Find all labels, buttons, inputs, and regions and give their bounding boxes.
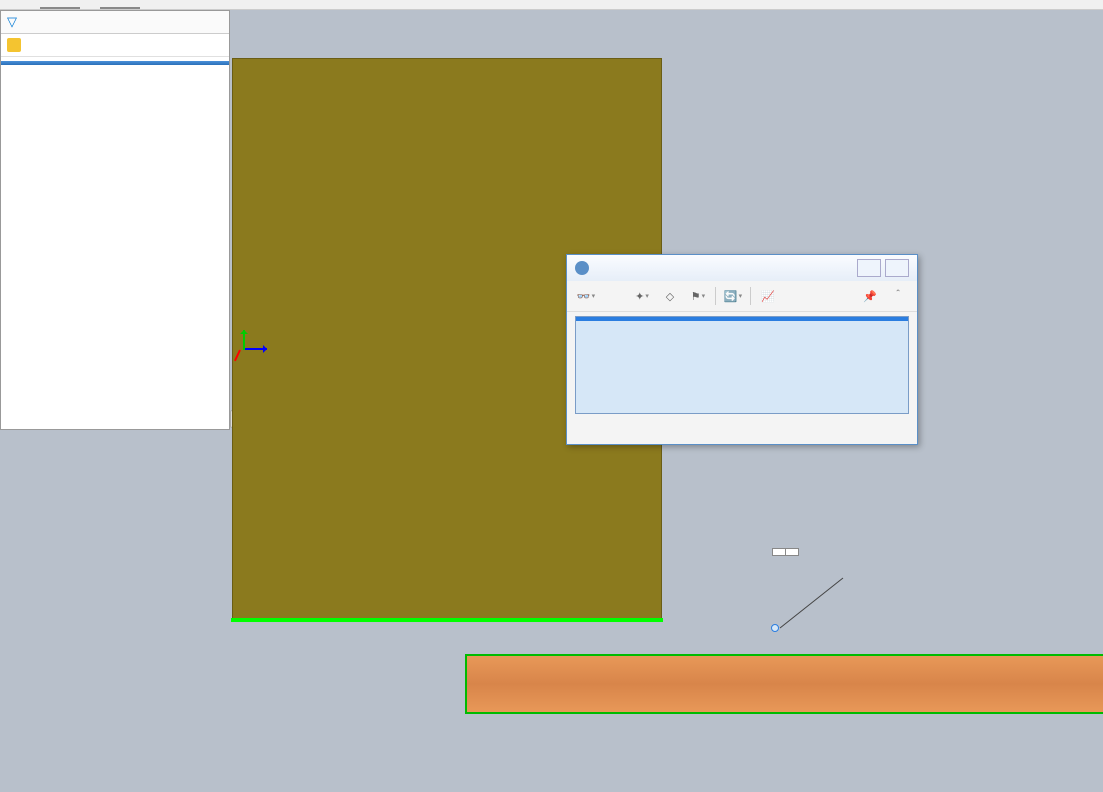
callout-leader [775, 570, 850, 630]
help-button[interactable] [857, 259, 881, 277]
font-size-controls [567, 418, 917, 426]
ruler-overlay [465, 654, 1103, 714]
refresh-icon[interactable]: 🔄 [722, 285, 744, 307]
units-button[interactable] [603, 285, 625, 307]
part-icon [7, 38, 21, 52]
pin-icon[interactable]: 📌 [859, 285, 881, 307]
ruler-ticks [467, 656, 1103, 670]
spectacles-icon[interactable]: 👓 [575, 285, 597, 307]
y-axis-icon [243, 330, 245, 350]
collapse-icon[interactable]: ＾ [887, 285, 909, 307]
xyz-button[interactable]: ✦ [631, 285, 653, 307]
dialog-titlebar[interactable] [567, 255, 917, 281]
close-button[interactable] [885, 259, 909, 277]
callout-value [786, 549, 798, 555]
eraser-icon[interactable]: ◇ [659, 285, 681, 307]
filter-icon[interactable]: ▽ [7, 14, 17, 30]
selection-list[interactable] [575, 316, 909, 414]
history-graph-icon[interactable]: 📈 [757, 285, 779, 307]
feature-tree-panel: ▽ [0, 10, 230, 430]
z-axis-icon [245, 348, 267, 350]
x-axis-icon [234, 350, 241, 362]
sidebar-selection-bar [1, 61, 229, 65]
measure-results [567, 426, 917, 444]
sidebar-header: ▽ [1, 11, 229, 34]
toolbar-segment [100, 0, 140, 9]
callout-anchor-icon [771, 624, 779, 632]
measure-icon [575, 261, 589, 275]
measure-callout[interactable] [772, 548, 799, 556]
callout-label [773, 549, 786, 555]
separator [750, 287, 751, 305]
measure-toolbar: 👓 ✦ ◇ ⚑ 🔄 📈 📌 ＾ [567, 281, 917, 312]
measure-dialog: 👓 ✦ ◇ ⚑ 🔄 📈 📌 ＾ [566, 254, 918, 445]
flag-icon[interactable]: ⚑ [687, 285, 709, 307]
selection-item[interactable] [576, 317, 908, 321]
separator [715, 287, 716, 305]
top-toolbar [0, 0, 1103, 10]
tree-root[interactable] [1, 34, 229, 57]
selected-edge[interactable] [231, 618, 663, 622]
toolbar-segment [40, 0, 80, 9]
coordinate-triad [225, 330, 265, 370]
